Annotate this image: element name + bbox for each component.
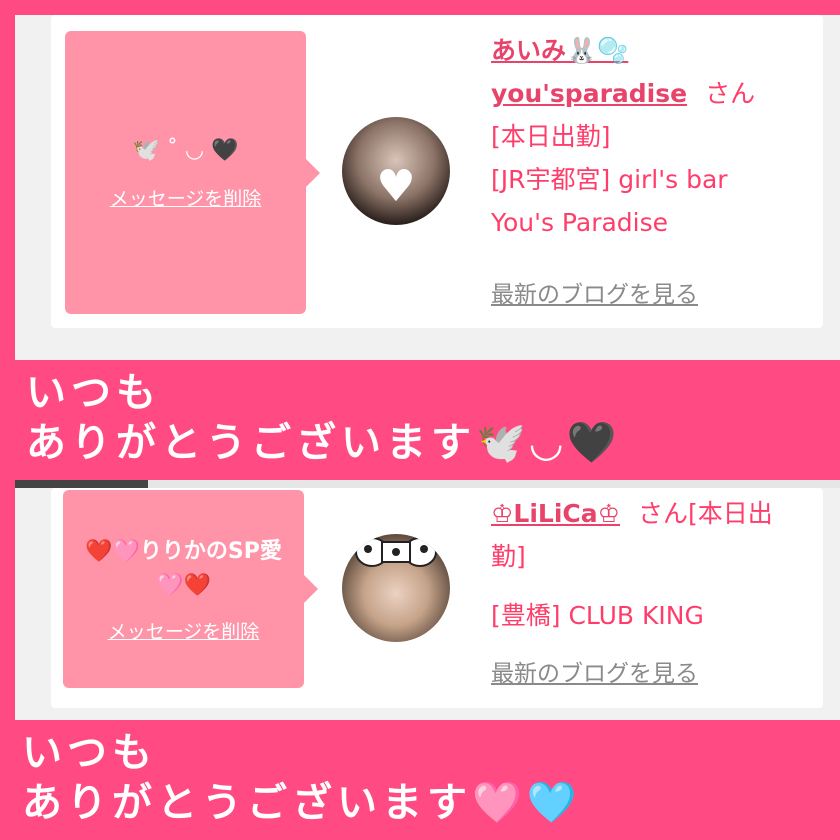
latest-blog-link[interactable]: 最新のブログを見る <box>491 275 698 309</box>
message-card-2: ❤️🩷りりかのSP愛🩷❤️ メッセージを削除 ♔LiLiCa♔ さん[本日出勤] … <box>51 488 823 708</box>
latest-blog-link[interactable]: 最新のブログを見る <box>491 654 698 688</box>
heart-sticker-icon: ♥ <box>376 161 416 212</box>
message-bubble: ❤️🩷りりかのSP愛🩷❤️ メッセージを削除 <box>63 490 318 688</box>
caption-1: いつも ありがとうございます🕊️◡🖤 <box>26 368 621 468</box>
shop-name-2: You's Paradise <box>491 208 669 237</box>
delete-message-link[interactable]: メッセージを削除 <box>110 184 262 211</box>
shop-name: [豊橋] CLUB KING <box>491 601 704 630</box>
caption-2: いつも ありがとうございます🩷🩵 <box>22 728 582 828</box>
honorific: さん <box>705 79 756 108</box>
avatar[interactable]: ♥ <box>342 117 450 225</box>
caption-line-2: ありがとうございます🩷🩵 <box>22 780 582 826</box>
dog-ears-icon <box>355 537 437 567</box>
cast-name-link[interactable]: ♔LiLiCa♔ <box>491 499 620 528</box>
caption-line-2: ありがとうございます🕊️◡🖤 <box>26 420 622 466</box>
cast-info: ♔LiLiCa♔ さん[本日出勤] [豊橋] CLUB KING <box>491 492 791 637</box>
cast-info: あいみ🐰🫧 you'sparadise さん [本日出勤] [JR宇都宮] gir… <box>491 29 791 244</box>
message-text: ❤️🩷りりかのSP愛🩷❤️ <box>85 538 282 598</box>
caption-line-1: いつも <box>26 370 161 416</box>
cast-name-link-2[interactable]: you'sparadise <box>491 79 687 108</box>
message-text: 🕊️ ˚ ◡ 🖤 <box>132 138 239 163</box>
message-panel-1: 🕊️ ˚ ◡ 🖤 メッセージを削除 ♥ あいみ🐰🫧 you'sparadise さ… <box>15 15 840 360</box>
delete-message-link[interactable]: メッセージを削除 <box>108 617 260 644</box>
message-bubble: 🕊️ ˚ ◡ 🖤 メッセージを削除 <box>65 31 320 314</box>
scroll-indicator <box>15 480 840 488</box>
shop-name: [JR宇都宮] girl's bar <box>491 165 728 194</box>
work-status: [本日出勤] <box>491 122 611 151</box>
cast-name-link[interactable]: あいみ🐰🫧 <box>491 36 628 65</box>
message-panel-2: ❤️🩷りりかのSP愛🩷❤️ メッセージを削除 ♔LiLiCa♔ さん[本日出勤] … <box>15 480 840 720</box>
message-card-1: 🕊️ ˚ ◡ 🖤 メッセージを削除 ♥ あいみ🐰🫧 you'sparadise さ… <box>51 15 823 328</box>
caption-line-1: いつも <box>22 730 157 776</box>
avatar[interactable] <box>342 534 450 642</box>
